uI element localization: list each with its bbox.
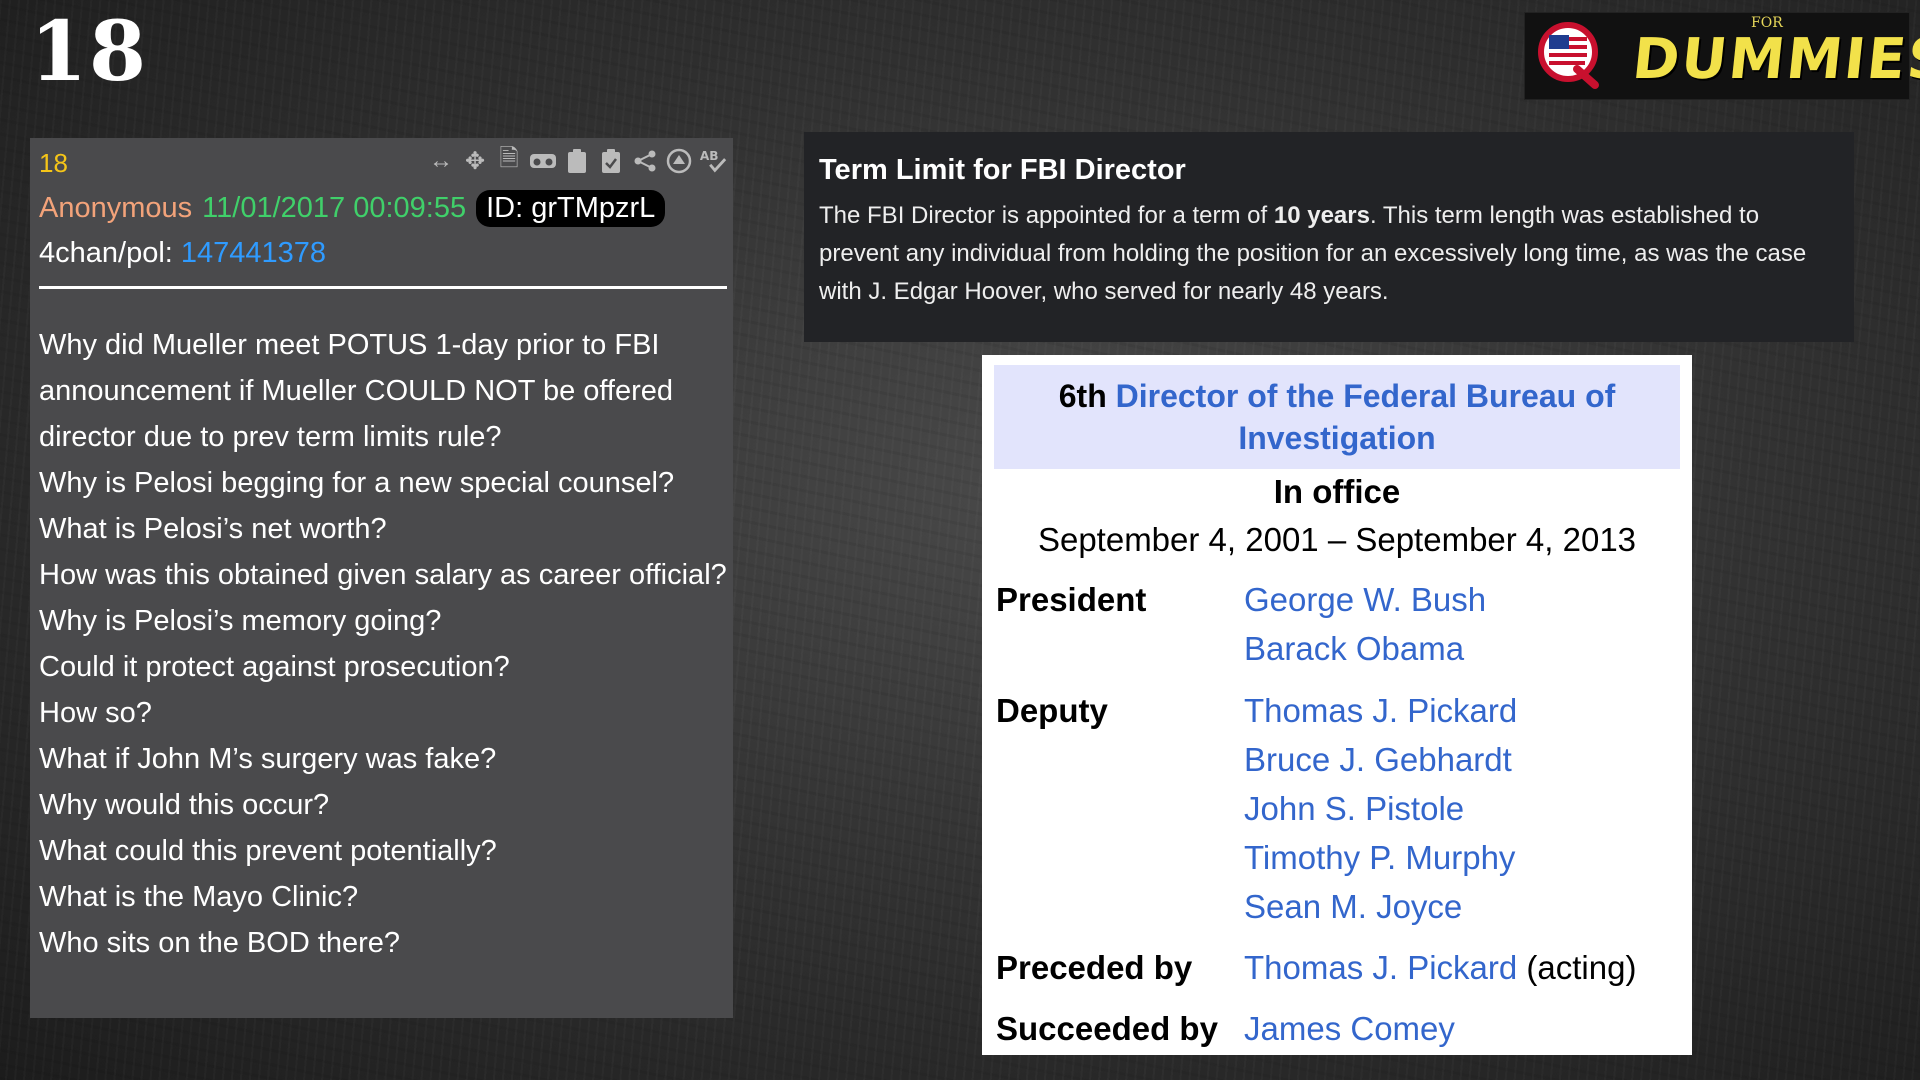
- post-line: How so?: [39, 697, 152, 729]
- definition-text: The FBI Director is appointed for a term…: [819, 197, 1839, 311]
- clipboard-check-icon[interactable]: [597, 146, 625, 176]
- deputy-link[interactable]: Thomas J. Pickard: [1244, 692, 1517, 730]
- post-toolbar: ↔ ✥ 🗎 AB: [427, 145, 727, 176]
- post-line: Why would this occur?: [39, 789, 330, 821]
- office-dates: September 4, 2001 – September 4, 2013: [1037, 521, 1637, 558]
- poster-id-badge: ID: grTMpzrL: [476, 190, 666, 227]
- in-office-label: In office: [1273, 473, 1401, 510]
- definition-text-bold: 10 years: [1273, 202, 1370, 229]
- preceded-by-link[interactable]: Thomas J. Pickard: [1244, 949, 1517, 986]
- post-line: What is Pelosi’s net worth?: [39, 513, 387, 545]
- president-label: President: [996, 581, 1147, 618]
- succeeded-by-label: Succeeded by: [996, 1010, 1218, 1047]
- thread-link[interactable]: 147441378: [181, 237, 326, 269]
- acting-note: (acting): [1526, 949, 1637, 986]
- post-number: 18: [39, 148, 68, 178]
- spellcheck-icon[interactable]: AB: [699, 146, 727, 176]
- wikipedia-infobox: 6th Director of the Federal Bureau of In…: [982, 355, 1692, 1055]
- board-reference: 4chan/pol: 147441378: [39, 237, 326, 270]
- q-flag-logo-icon: [1538, 22, 1599, 89]
- definition-title: Term Limit for FBI Director: [819, 154, 1186, 186]
- post-datetime: 11/01/2017 00:09:55: [202, 192, 467, 224]
- share-icon[interactable]: [631, 146, 659, 176]
- svg-text:AB: AB: [700, 149, 719, 163]
- term-limit-definition: Term Limit for FBI Director The FBI Dire…: [804, 132, 1854, 342]
- move-icon[interactable]: ✥: [461, 146, 489, 176]
- post-line: Why is Pelosi begging for a new special …: [39, 467, 675, 499]
- deputy-label: Deputy: [996, 692, 1108, 729]
- up-arrow-circle-icon[interactable]: [665, 146, 693, 176]
- qdrop-post: 18 ↔ ✥ 🗎 AB Anonymous 11/01/2017 00:09:5…: [30, 138, 733, 1018]
- post-line: What if John M’s surgery was fake?: [39, 743, 497, 775]
- deputy-link[interactable]: Timothy P. Murphy: [1244, 839, 1515, 877]
- post-line: Why is Pelosi’s memory going?: [39, 605, 442, 637]
- preceded-by-label: Preceded by: [996, 949, 1193, 986]
- preceded-by-value: Thomas J. Pickard (acting): [1244, 949, 1636, 987]
- clipboard-icon[interactable]: [563, 146, 591, 176]
- definition-text-before: The FBI Director is appointed for a term…: [819, 202, 1274, 229]
- logo-dummies-text: DUMMIES: [1629, 27, 1920, 92]
- post-line: Who sits on the BOD there?: [39, 927, 401, 959]
- infobox-ordinal: 6th: [1058, 378, 1107, 414]
- post-line: Why did Mueller meet POTUS 1-day prior t…: [39, 329, 674, 453]
- post-line: How was this obtained given salary as ca…: [39, 559, 727, 591]
- q-for-dummies-logo: FOR DUMMIES: [1524, 12, 1920, 100]
- deputy-link[interactable]: Sean M. Joyce: [1244, 888, 1462, 926]
- post-line: What is the Mayo Clinic?: [39, 881, 359, 913]
- post-meta: Anonymous 11/01/2017 00:09:55 ID: grTMpz…: [39, 190, 666, 227]
- deputy-link[interactable]: Bruce J. Gebhardt: [1244, 741, 1512, 779]
- expand-horizontal-icon[interactable]: ↔: [427, 146, 455, 176]
- post-body: Why did Mueller meet POTUS 1-day prior t…: [39, 322, 729, 966]
- infobox-title-link[interactable]: Director of the Federal Bureau of Invest…: [1116, 378, 1616, 456]
- post-divider: [39, 286, 727, 289]
- post-line: Could it protect against prosecution?: [39, 651, 510, 683]
- slide-number: 18: [30, 4, 149, 100]
- deputy-link[interactable]: John S. Pistole: [1244, 790, 1464, 828]
- board-prefix: 4chan/pol:: [39, 237, 173, 269]
- document-icon[interactable]: 🗎: [495, 145, 523, 176]
- infobox-header: 6th Director of the Federal Bureau of In…: [994, 365, 1680, 469]
- president-link[interactable]: Barack Obama: [1244, 630, 1464, 668]
- succeeded-by-link[interactable]: James Comey: [1244, 1010, 1455, 1048]
- president-link[interactable]: George W. Bush: [1244, 581, 1486, 619]
- vr-glasses-icon[interactable]: [529, 146, 557, 176]
- post-author: Anonymous: [39, 192, 193, 224]
- post-line: What could this prevent potentially?: [39, 835, 497, 867]
